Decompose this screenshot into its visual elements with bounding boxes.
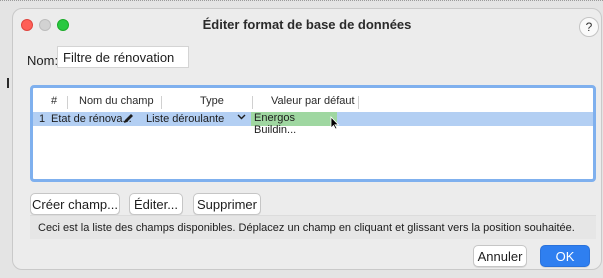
fields-table[interactable]: # Nom du champ Type Valeur par défaut 1 … [30,85,596,182]
name-field[interactable] [57,46,189,68]
name-label: Nom: [27,53,59,68]
column-divider [67,96,68,109]
row-index: 1 [39,113,46,125]
window-title: Éditer format de base de données [202,17,412,32]
dotted-guide-line [0,0,603,3]
edit-button[interactable]: Éditer... [129,193,183,215]
row-default-value-text: Energos Buildin... [254,112,297,136]
column-header-field-name[interactable]: Nom du champ [79,95,154,107]
row-type[interactable]: Liste déroulante [146,113,224,125]
dialog-window: Éditer format de base de données ? Nom: … [12,8,602,270]
hint-text: Ceci est la liste des champs disponibles… [30,215,596,239]
column-divider [161,96,162,109]
edge-marker [7,78,9,88]
pencil-icon[interactable] [123,113,134,127]
table-header: # Nom du champ Type Valeur par défaut [33,94,593,112]
cancel-button[interactable]: Annuler [473,245,527,267]
row-default-value[interactable]: Energos Buildin... [251,112,337,136]
row-field-name[interactable]: Etat de rénova... [51,113,132,125]
chevron-down-icon[interactable] [237,112,246,124]
delete-button[interactable]: Supprimer [193,193,261,215]
create-field-button[interactable]: Créer champ... [30,193,120,215]
column-header-index[interactable]: # [51,95,57,107]
column-divider [358,96,359,109]
ok-button[interactable]: OK [540,245,590,267]
column-divider [252,96,253,109]
title-bar: Éditer format de base de données ? [13,9,601,39]
column-header-default-value[interactable]: Valeur par défaut [271,95,355,107]
table-row[interactable]: 1 Etat de rénova... Liste déroulante Ene… [33,112,593,136]
help-icon[interactable]: ? [579,17,599,37]
mouse-cursor-icon [330,116,340,133]
column-header-type[interactable]: Type [200,95,224,107]
